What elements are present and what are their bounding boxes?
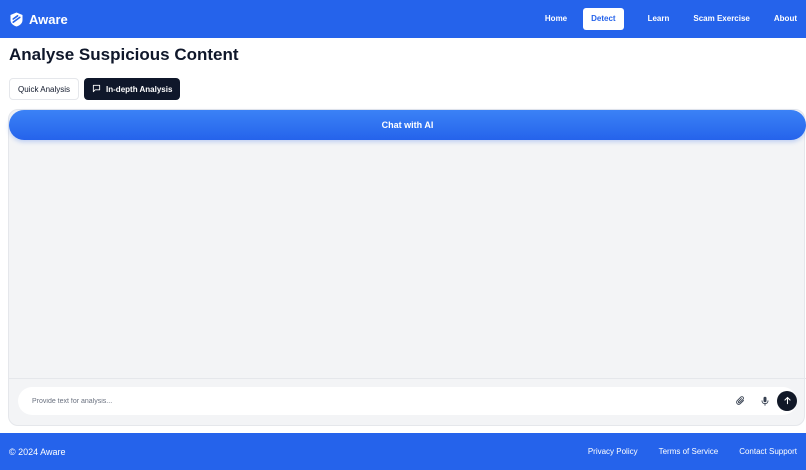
send-button[interactable] — [777, 391, 797, 411]
nav-home[interactable]: Home — [545, 8, 567, 30]
footer-link-privacy-policy[interactable]: Privacy Policy — [588, 447, 638, 456]
arrow-up-icon — [783, 392, 792, 410]
main-nav: Home Detect Learn Scam Exercise About — [521, 8, 797, 30]
brand-name: Aware — [29, 11, 68, 27]
nav-about[interactable]: About — [774, 8, 797, 30]
tab-quick-analysis[interactable]: Quick Analysis — [9, 78, 80, 100]
analysis-text-input[interactable] — [32, 397, 692, 405]
footer-link-contact-support[interactable]: Contact Support — [739, 447, 797, 456]
chat-panel: Chat with AI — [8, 109, 806, 426]
footer-links: Privacy Policy Terms of Service Contact … — [567, 447, 797, 456]
nav-detect[interactable]: Detect — [583, 8, 624, 30]
footer-link-terms-of-service[interactable]: Terms of Service — [659, 447, 719, 456]
top-navbar: Aware Home Detect Learn Scam Exercise Ab… — [0, 0, 806, 38]
microphone-icon[interactable] — [757, 393, 773, 409]
paperclip-icon[interactable] — [733, 393, 749, 409]
tab-label: In-depth Analysis — [106, 84, 173, 94]
chat-header: Chat with AI — [9, 110, 806, 140]
analysis-tabs: Quick Analysis In-depth Analysis — [9, 78, 181, 100]
chat-title: Chat with AI — [381, 120, 434, 130]
shield-logo-icon — [10, 12, 23, 27]
brand-link[interactable]: Aware — [10, 12, 68, 27]
copyright: © 2024 Aware — [9, 446, 66, 457]
tab-in-depth-analysis[interactable]: In-depth Analysis — [84, 78, 181, 100]
nav-learn[interactable]: Learn — [648, 8, 670, 30]
nav-scam-exercise[interactable]: Scam Exercise — [693, 8, 750, 30]
footer: © 2024 Aware Privacy Policy Terms of Ser… — [0, 433, 806, 470]
page-title: Analyse Suspicious Content — [9, 45, 239, 64]
tab-label: Quick Analysis — [18, 84, 71, 94]
message-square-icon — [92, 84, 106, 95]
divider — [9, 378, 806, 379]
chat-input-bar — [18, 387, 797, 415]
